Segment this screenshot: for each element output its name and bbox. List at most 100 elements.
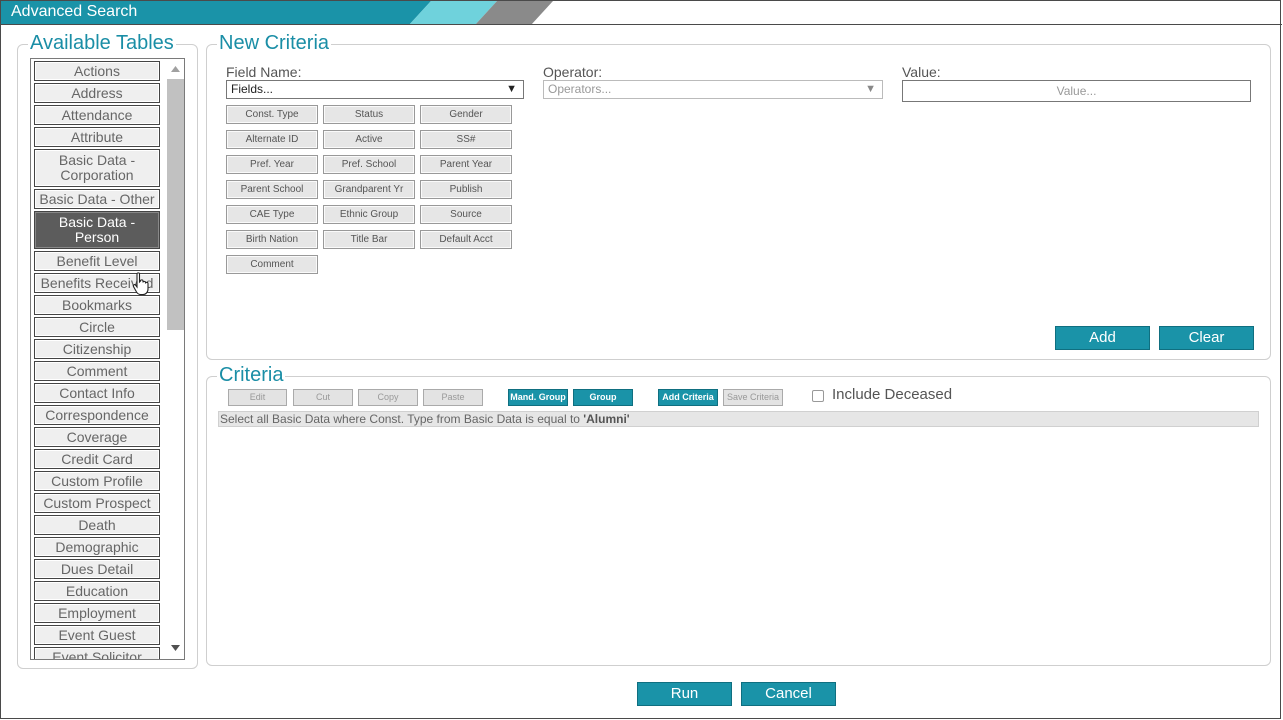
- table-item[interactable]: Citizenship: [34, 339, 160, 359]
- table-item[interactable]: Employment: [34, 603, 160, 623]
- window-title: Advanced Search: [11, 3, 138, 20]
- field-button[interactable]: Alternate ID: [226, 130, 318, 149]
- value-input[interactable]: Value...: [902, 80, 1251, 102]
- table-item[interactable]: Bookmarks: [34, 295, 160, 315]
- table-item-label: Actions: [74, 62, 120, 79]
- table-item-label: Credit Card: [61, 450, 133, 467]
- table-item[interactable]: Custom Prospect: [34, 493, 160, 513]
- table-item[interactable]: Comment: [34, 361, 160, 381]
- include-deceased-label[interactable]: Include Deceased: [832, 387, 952, 403]
- field-button[interactable]: Parent Year: [420, 155, 512, 174]
- cut-button[interactable]: Cut: [293, 389, 353, 406]
- clear-button[interactable]: Clear: [1159, 326, 1254, 350]
- table-item-label: Employment: [58, 604, 136, 621]
- field-button[interactable]: Parent School: [226, 180, 318, 199]
- advanced-search-window: Advanced Search Available Tables Actions…: [0, 0, 1282, 719]
- table-item[interactable]: Coverage: [34, 427, 160, 447]
- table-item-label: Address: [71, 84, 123, 101]
- mand-group-button[interactable]: Mand. Group: [508, 389, 568, 406]
- table-item-label: Event Guest: [58, 626, 136, 643]
- table-item[interactable]: Attendance: [34, 105, 160, 125]
- group-button[interactable]: Group: [573, 389, 633, 406]
- table-item-label: Demographic: [55, 538, 139, 555]
- field-button[interactable]: SS#: [420, 130, 512, 149]
- field-button[interactable]: Grandparent Yr: [323, 180, 415, 199]
- criteria-statement-text: Select all Basic Data where Const. Type …: [220, 412, 584, 426]
- field-button[interactable]: Title Bar: [323, 230, 415, 249]
- table-item[interactable]: Demographic: [34, 537, 160, 557]
- table-item-label: Education: [65, 582, 129, 599]
- field-name-select[interactable]: Fields... ▼: [226, 80, 524, 99]
- field-button[interactable]: Comment: [226, 255, 318, 274]
- table-item[interactable]: Contact Info: [34, 383, 160, 403]
- add-button[interactable]: Add: [1055, 326, 1150, 350]
- cancel-button[interactable]: Cancel: [741, 682, 836, 706]
- run-button[interactable]: Run: [637, 682, 732, 706]
- field-button[interactable]: Status: [323, 105, 415, 124]
- tables-list[interactable]: Actions Address Attendance Attribute Basic D…: [30, 58, 185, 660]
- table-item[interactable]: Benefit Level: [34, 251, 160, 271]
- table-item-label: Dues Detail: [60, 560, 134, 577]
- table-item[interactable]: Event Guest: [34, 625, 160, 645]
- table-item-label: Basic Data - Corporation: [58, 152, 136, 183]
- field-button[interactable]: Gender: [420, 105, 512, 124]
- table-item-label: Event Solicitor: [52, 648, 142, 660]
- field-button[interactable]: Birth Nation: [226, 230, 318, 249]
- field-name-value: Fields...: [231, 82, 274, 96]
- copy-button[interactable]: Copy: [358, 389, 418, 406]
- field-button[interactable]: Source: [420, 205, 512, 224]
- field-button[interactable]: Default Acct: [420, 230, 512, 249]
- operator-select[interactable]: Operators... ▼: [543, 80, 883, 99]
- include-deceased-checkbox[interactable]: [812, 390, 824, 402]
- table-item-label: Custom Prospect: [43, 494, 151, 511]
- table-item[interactable]: Address: [34, 83, 160, 103]
- table-item-label: Custom Profile: [51, 472, 143, 489]
- save-criteria-button[interactable]: Save Criteria: [723, 389, 783, 406]
- add-criteria-button[interactable]: Add Criteria: [658, 389, 718, 406]
- table-item[interactable]: Dues Detail: [34, 559, 160, 579]
- table-item[interactable]: Attribute: [34, 127, 160, 147]
- paste-button[interactable]: Paste: [423, 389, 483, 406]
- field-name-label: Field Name:: [226, 64, 302, 80]
- table-item-label: Death: [78, 516, 116, 533]
- table-item[interactable]: Education: [34, 581, 160, 601]
- scroll-up-arrow-icon[interactable]: [170, 65, 181, 73]
- edit-button[interactable]: Edit: [228, 389, 287, 406]
- table-item-label: Attendance: [61, 106, 133, 123]
- criteria-statement[interactable]: Select all Basic Data where Const. Type …: [218, 411, 1259, 427]
- table-item-label: Attribute: [70, 128, 124, 145]
- title-bar-decoration: [1, 1, 553, 24]
- table-item-label: Correspondence: [45, 406, 149, 423]
- table-item[interactable]: Actions: [34, 61, 160, 81]
- title-bar: Advanced Search: [1, 1, 1282, 25]
- table-item[interactable]: Correspondence: [34, 405, 160, 425]
- table-item-label: Basic Data - Other: [39, 190, 155, 207]
- field-button[interactable]: Publish: [420, 180, 512, 199]
- table-item[interactable]: Credit Card: [34, 449, 160, 469]
- table-item[interactable]: Circle: [34, 317, 160, 337]
- table-item-label: Coverage: [66, 428, 128, 445]
- operator-value: Operators...: [548, 82, 612, 96]
- field-button[interactable]: Pref. Year: [226, 155, 318, 174]
- hand-cursor-icon: [132, 272, 149, 296]
- value-label: Value:: [902, 64, 941, 80]
- table-item[interactable]: Basic Data - Person: [34, 211, 160, 249]
- field-button[interactable]: Pref. School: [323, 155, 415, 174]
- tables-scrollbar-thumb[interactable]: [167, 79, 184, 330]
- field-button[interactable]: Const. Type: [226, 105, 318, 124]
- table-item[interactable]: Custom Profile: [34, 471, 160, 491]
- scroll-down-arrow-icon[interactable]: [170, 644, 181, 652]
- table-item[interactable]: Basic Data - Corporation: [34, 149, 160, 187]
- chevron-down-icon: ▼: [865, 83, 876, 95]
- field-button[interactable]: CAE Type: [226, 205, 318, 224]
- field-button[interactable]: Ethnic Group: [323, 205, 415, 224]
- table-item-label: Contact Info: [59, 384, 135, 401]
- field-button[interactable]: Active: [323, 130, 415, 149]
- table-item-label: Circle: [79, 318, 115, 335]
- table-item[interactable]: Event Solicitor: [34, 647, 160, 660]
- table-item[interactable]: Basic Data - Other: [34, 189, 160, 209]
- table-item-label: Citizenship: [62, 340, 132, 357]
- table-item-label: Comment: [66, 362, 128, 379]
- chevron-down-icon: ▼: [506, 83, 517, 95]
- table-item[interactable]: Death: [34, 515, 160, 535]
